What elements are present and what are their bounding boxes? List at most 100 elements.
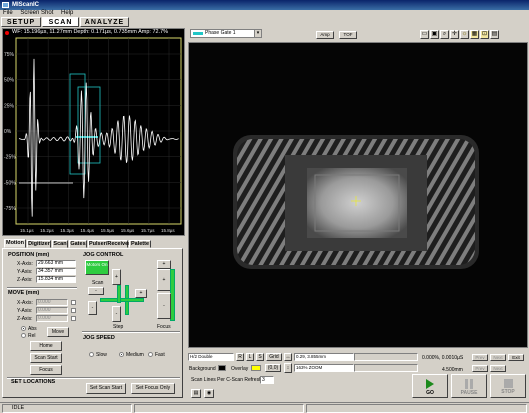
next-button-1[interactable]: Next	[490, 354, 506, 361]
move-z-input[interactable]: 0.000	[36, 315, 68, 322]
tab-gates[interactable]: Gates	[69, 240, 87, 248]
tab-motion[interactable]: Motion	[4, 239, 26, 248]
abs-radio[interactable]	[21, 326, 26, 331]
tof-button[interactable]: TOF	[339, 31, 357, 39]
prev-button-2[interactable]: Prev	[472, 365, 488, 372]
background-label: Background	[189, 366, 216, 372]
ascan-panel[interactable]: WF: 15.196µs, 11.27mm Depth: 0.171µs, 0.…	[2, 28, 185, 236]
ascan-plot[interactable]: 75% 50% 25% 0% -25% -50% -75% 15.1µs 15.2µs 15.3…	[3, 37, 184, 235]
y-tick-label: 50%	[4, 78, 15, 84]
move-title: MOVE (mm)	[8, 290, 40, 296]
tab-palette[interactable]: Palette	[129, 240, 151, 248]
speed-fast-radio[interactable]	[148, 352, 153, 357]
speed-medium-radio[interactable]	[119, 352, 124, 357]
move-y-input[interactable]: 0.000	[36, 307, 68, 314]
layer-select[interactable]: Phase Gate 1 ▾	[190, 29, 262, 38]
y-tick-label: -75%	[4, 206, 16, 212]
cscan-viewport[interactable]	[188, 42, 528, 348]
set-focus-only-button[interactable]: Set Focus Only	[131, 383, 175, 394]
pos-x-value: 29.663 mm	[36, 260, 76, 267]
grid-button[interactable]: Grid	[266, 353, 282, 361]
move-y-label: Y-Axis:	[17, 308, 33, 314]
readout-spacer-2	[354, 364, 418, 372]
speed-fast-label: Fast	[155, 352, 165, 358]
cscan-image[interactable]	[189, 43, 528, 348]
go-button[interactable]: GO	[412, 374, 448, 398]
coordinate-readout: 0.29, 3.855mm	[294, 353, 354, 361]
divider	[82, 331, 180, 333]
tab-analyze[interactable]: ANALYZE	[80, 17, 129, 27]
motors-on-button[interactable]: Motors On	[85, 260, 109, 275]
focus-plus-button[interactable]: +	[157, 260, 171, 269]
viewport-toolbar: Phase Gate 1 ▾ Amp TOF ▭ ▣ ⌕ ✛ ☼ ▦ ⊡ ▤	[188, 28, 529, 40]
export-icon[interactable]: ▤	[191, 389, 201, 398]
tab-scan-settings[interactable]: Scan	[52, 240, 68, 248]
jog-step-horizontal-indicator	[100, 298, 144, 302]
tab-digitizer[interactable]: Digitizer	[27, 240, 51, 248]
grid-icon[interactable]: ▦	[470, 30, 479, 39]
exit-button[interactable]: Exit	[508, 354, 524, 361]
tab-pulser-receiver[interactable]: Pulser/Receiver	[88, 240, 130, 248]
menu-file[interactable]: File	[3, 10, 13, 16]
jog-y-plus-button[interactable]: +	[112, 269, 121, 285]
focus-up-button[interactable]: +	[157, 269, 171, 291]
print-icon[interactable]: ▭	[420, 30, 429, 39]
menu-screen-shot[interactable]: Screen Shot	[20, 10, 53, 16]
rel-radio[interactable]	[21, 333, 26, 338]
x-tick-label: 15.3µs	[60, 228, 74, 233]
width-arrows-icon[interactable]: ↔	[284, 353, 292, 361]
height-arrows-icon[interactable]: ↕	[284, 363, 292, 373]
sun-icon[interactable]: ☼	[460, 30, 469, 39]
next-button-2[interactable]: Next	[490, 365, 506, 372]
abs-label: Abs	[28, 326, 37, 332]
move-button[interactable]: Move	[47, 327, 69, 337]
move-z-checkbox[interactable]	[71, 316, 76, 321]
move-y-checkbox[interactable]	[71, 308, 76, 313]
tab-scan[interactable]: SCAN	[42, 17, 79, 27]
set-scan-start-button[interactable]: Set Scan Start	[86, 383, 126, 394]
readout-spacer	[354, 353, 418, 361]
background-color-swatch[interactable]	[218, 365, 226, 371]
x-tick-label: 15.4µs	[80, 228, 94, 233]
scan-lines-label: Scan Lines Per C-Scan Refresh	[191, 377, 262, 383]
jog-x-minus-button[interactable]: -	[88, 301, 97, 315]
pos-z-label: Z-Axis:	[17, 277, 33, 283]
y-tick-label: -50%	[4, 180, 16, 186]
zoom-in-icon[interactable]: ⌕	[440, 30, 449, 39]
jog-y-minus-button[interactable]: -	[112, 306, 121, 322]
palette-icon[interactable]: ▤	[490, 30, 499, 39]
focus-button[interactable]: Focus	[30, 365, 62, 375]
move-x-input[interactable]: 0.000	[36, 299, 68, 306]
amp-button[interactable]: Amp	[316, 31, 334, 39]
prev-button-1[interactable]: Prev	[472, 354, 488, 361]
stop-button[interactable]: STOP	[490, 374, 526, 398]
y-tick-label: 25%	[4, 103, 15, 109]
focus-down-button[interactable]: -	[157, 293, 171, 319]
resolution-select[interactable]: H/2 Double	[188, 353, 234, 361]
status-cell-3	[306, 404, 527, 413]
l-button[interactable]: L	[246, 353, 254, 361]
move-x-checkbox[interactable]	[71, 300, 76, 305]
x-tick-label: 15.8µs	[161, 228, 175, 233]
overlay-value[interactable]: (0,0)	[265, 364, 281, 372]
tab-setup[interactable]: SETUP	[1, 17, 41, 27]
scan-start-button[interactable]: Scan Start	[30, 353, 62, 363]
ascan-readout: WF: 15.196µs, 11.27mm Depth: 0.171µs, 0.…	[12, 29, 169, 35]
jog-scan-minus-button[interactable]: -	[88, 287, 104, 295]
scan-axis-label: Scan	[92, 280, 104, 286]
speed-slow-radio[interactable]	[89, 352, 94, 357]
jog-x-plus-button[interactable]: +	[135, 289, 147, 298]
r-button[interactable]: R	[236, 353, 244, 361]
scan-lines-input[interactable]: 3	[260, 376, 274, 384]
image-icon[interactable]: ▣	[430, 30, 439, 39]
measure-icon[interactable]: ⊡	[480, 30, 489, 39]
s-button[interactable]: S	[256, 353, 264, 361]
overlay-color-swatch[interactable]	[251, 365, 261, 371]
menu-help[interactable]: Help	[61, 10, 73, 16]
home-button[interactable]: Home	[30, 341, 62, 351]
pause-button[interactable]: PAUSE	[451, 374, 487, 398]
chevron-down-icon[interactable]: ▾	[254, 30, 261, 37]
zoom-readout: 163% ZOOM	[294, 364, 354, 372]
crosshair-icon[interactable]: ✛	[450, 30, 459, 39]
camera-icon[interactable]: ◉	[204, 389, 214, 398]
